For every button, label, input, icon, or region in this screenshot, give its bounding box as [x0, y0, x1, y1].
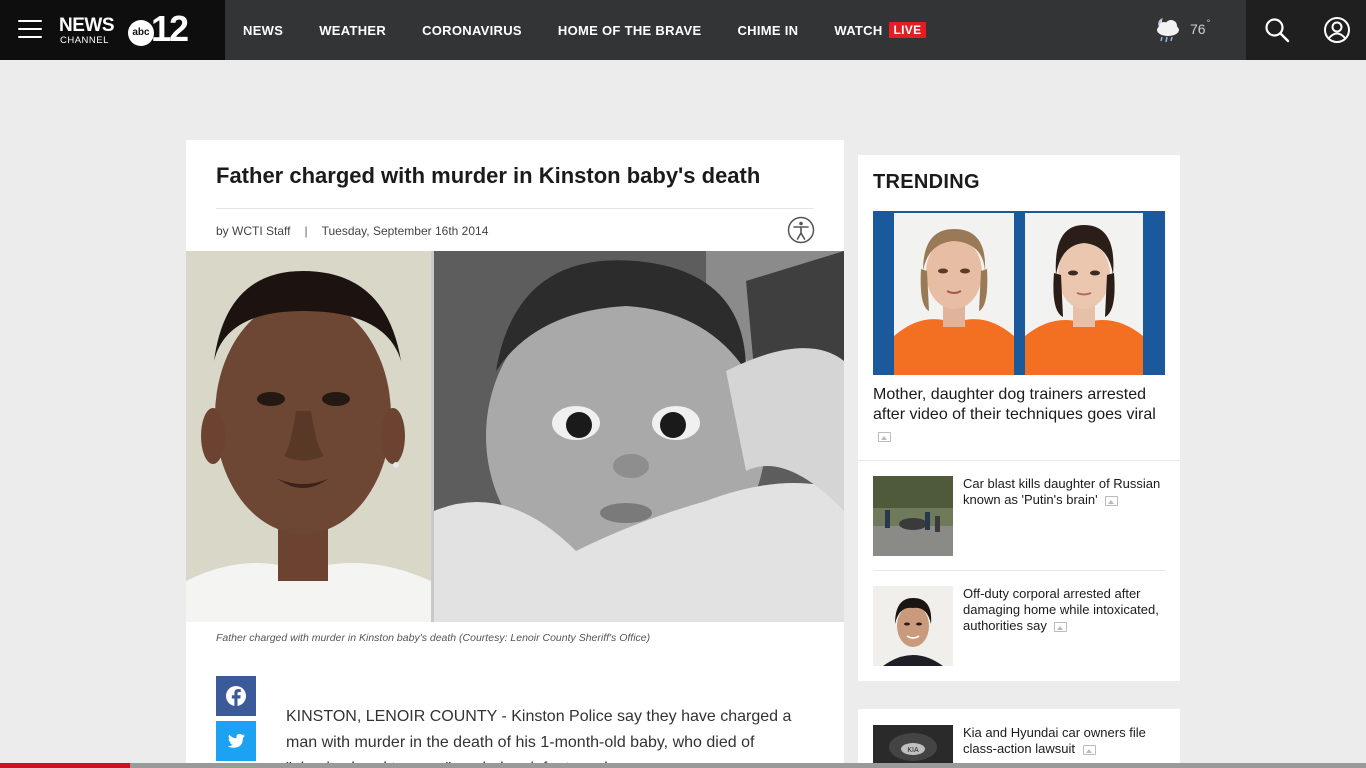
weather-widget[interactable]: 76 °: [1152, 14, 1210, 44]
nav-news[interactable]: NEWS: [243, 23, 283, 38]
hamburger-menu-icon[interactable]: [18, 20, 42, 38]
main-nav: NEWS WEATHER CORONAVIRUS HOME OF THE BRA…: [225, 0, 944, 60]
article-author: by WCTI Staff: [216, 224, 291, 238]
trending-item[interactable]: Off-duty corporal arrested after damagin…: [873, 586, 1165, 666]
site-header: NEWS CHANNEL abc 12 NEWS WEATHER CORONAV…: [0, 0, 1366, 60]
headline-divider: [216, 208, 814, 209]
image-gallery-icon: [1054, 621, 1068, 632]
nav-weather[interactable]: WEATHER: [319, 23, 386, 38]
trending-divider: [873, 570, 1165, 571]
byline-separator: |: [304, 224, 308, 238]
header-tools: [1246, 0, 1366, 60]
search-icon[interactable]: [1264, 17, 1290, 43]
trending-item-headline: Off-duty corporal arrested after damagin…: [963, 586, 1165, 634]
trending-item-headline: Car blast kills daughter of Russian know…: [963, 476, 1165, 508]
weather-degree-symbol: °: [1206, 18, 1211, 28]
image-gallery-icon: [878, 432, 891, 442]
trending-item-title: Car blast kills daughter of Russian know…: [963, 476, 1161, 507]
weather-temperature: 76: [1190, 21, 1206, 37]
svg-text:KIA: KIA: [907, 747, 919, 754]
nav-coronavirus[interactable]: CORONAVIRUS: [422, 23, 522, 38]
trending-title: TRENDING: [873, 171, 980, 193]
trending-panel: TRENDING Mother, daughter dog trainers a…: [858, 155, 1180, 681]
logo-sub-text: CHANNEL: [60, 35, 109, 46]
facebook-icon: [226, 686, 246, 707]
twitter-icon: [227, 733, 245, 748]
article-date: Tuesday, September 16th 2014: [321, 224, 489, 238]
article-card: Father charged with murder in Kinston ba…: [186, 140, 844, 768]
article-lead-image[interactable]: [186, 251, 844, 622]
trending-item[interactable]: Car blast kills daughter of Russian know…: [873, 476, 1165, 556]
nav-watch-label: WATCH: [834, 22, 883, 38]
accessibility-icon[interactable]: [787, 216, 815, 244]
trending-hero-headline[interactable]: Mother, daughter dog trainers arrested a…: [873, 385, 1169, 425]
article-body-line: man with murder in the death of his 1-mo…: [286, 734, 755, 751]
site-logo[interactable]: NEWS CHANNEL abc 12: [59, 9, 199, 49]
article-body-line: KINSTON, LENOIR COUNTY - Kinston Police …: [286, 708, 792, 725]
video-icon: [1082, 744, 1096, 755]
user-account-icon[interactable]: [1323, 16, 1351, 44]
trending-item-thumbnail: KIA: [873, 725, 953, 768]
image-gallery-icon: [1105, 495, 1119, 506]
article-headline: Father charged with murder in Kinston ba…: [216, 163, 761, 188]
trending-panel-continued: KIA Kia and Hyundai car owners file clas…: [858, 709, 1180, 768]
logo-brand-text: NEWS: [59, 15, 115, 36]
logo-number: 12: [151, 8, 189, 49]
image-caption: Father charged with murder in Kinston ba…: [216, 632, 651, 644]
nav-chime-in[interactable]: CHIME IN: [737, 23, 798, 38]
rain-cloud-moon-icon: [1157, 18, 1179, 43]
share-twitter-button[interactable]: [216, 721, 256, 761]
trending-item-headline: Kia and Hyundai car owners file class-ac…: [963, 725, 1165, 757]
trending-item-thumbnail: [873, 476, 953, 556]
brand-block: NEWS CHANNEL abc 12: [0, 0, 225, 60]
trending-divider: [858, 460, 1180, 461]
reading-progress-bar: [0, 763, 1366, 768]
nav-watch[interactable]: WATCH LIVE: [834, 22, 927, 38]
share-facebook-button[interactable]: [216, 676, 256, 716]
trending-item[interactable]: KIA Kia and Hyundai car owners file clas…: [873, 725, 1165, 768]
article-body: KINSTON, LENOIR COUNTY - Kinston Police …: [286, 704, 816, 768]
article-byline: by WCTI Staff | Tuesday, September 16th …: [216, 224, 488, 238]
live-badge: LIVE: [888, 22, 927, 38]
trending-item-thumbnail: [873, 586, 953, 666]
reading-progress-fill: [0, 763, 130, 768]
trending-item-title: Kia and Hyundai car owners file class-ac…: [963, 725, 1146, 756]
trending-hero-image[interactable]: [873, 211, 1165, 375]
nav-home-of-the-brave[interactable]: HOME OF THE BRAVE: [558, 23, 702, 38]
